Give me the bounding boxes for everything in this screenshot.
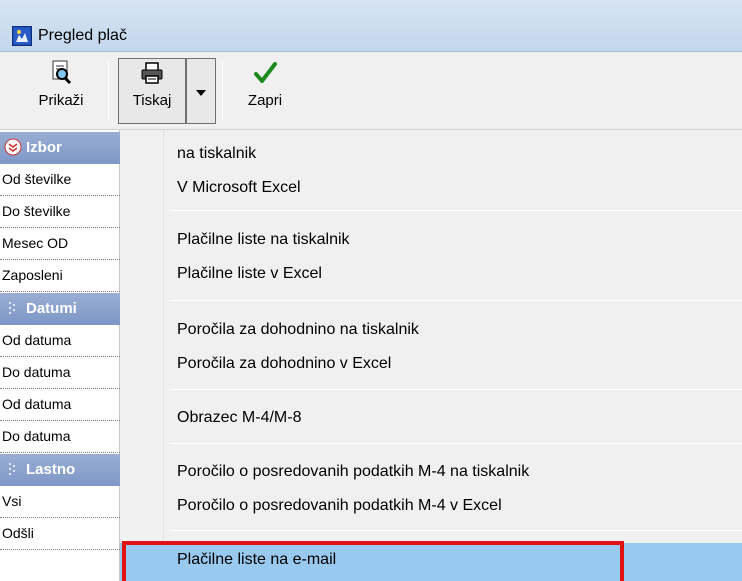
toolbar: Prikaži Tiskaj Zapri: [0, 52, 742, 130]
tiskaj-label: Tiskaj: [132, 92, 172, 109]
group-header-label: Lastno: [26, 461, 76, 478]
menu-separator: [170, 530, 742, 531]
menu-item-v-microsoft-excel[interactable]: V Microsoft Excel: [120, 171, 742, 205]
zapri-label: Zapri: [247, 92, 283, 109]
group-header-label: Izbor: [26, 139, 62, 156]
collapse-icon: [4, 136, 22, 156]
criteria-row-zaposleni[interactable]: Zaposleni: [0, 260, 120, 292]
group-header-datumi[interactable]: Datumi: [0, 293, 120, 325]
menu-item-m4-excel[interactable]: Poročilo o posredovanih podatkih M-4 v E…: [120, 489, 742, 523]
menu-item-dohodnina-tiskalnik[interactable]: Poročila za dohodnino na tiskalnik: [120, 313, 742, 347]
printer-icon: [140, 61, 164, 89]
criteria-row-od-datuma[interactable]: Od datuma: [0, 389, 120, 421]
menu-item-m4-tiskalnik[interactable]: Poročilo o posredovanih podatkih M-4 na …: [120, 455, 742, 489]
prikazi-button[interactable]: Prikaži: [18, 59, 104, 123]
group-header-label: Datumi: [26, 300, 77, 317]
criteria-row-odsli[interactable]: Odšli: [0, 518, 120, 550]
annotation-highlight-box: [122, 541, 624, 581]
criteria-row-do-datuma[interactable]: Do datuma: [0, 357, 120, 389]
window-title: Pregled plač: [38, 27, 127, 44]
print-dropdown-menu: na tiskalnik V Microsoft Excel Plačilne …: [120, 130, 742, 581]
menu-item-placilne-liste-tiskalnik[interactable]: Plačilne liste na tiskalnik: [120, 223, 742, 257]
criteria-panel: Izbor Od številke Do številke Mesec OD Z…: [0, 130, 120, 581]
menu-item-obrazec-m4-m8[interactable]: Obrazec M-4/M-8: [120, 401, 742, 435]
menu-item-na-tiskalnik[interactable]: na tiskalnik: [120, 137, 742, 171]
menu-item-dohodnina-excel[interactable]: Poročila za dohodnino v Excel: [120, 347, 742, 381]
toolbar-separator: [108, 62, 109, 120]
criteria-row-mesec-od[interactable]: Mesec OD: [0, 228, 120, 260]
group-header-izbor[interactable]: Izbor: [0, 132, 120, 164]
menu-separator: [170, 443, 742, 444]
zapri-button[interactable]: Zapri: [230, 59, 300, 123]
tiskaj-dropdown-button[interactable]: [186, 58, 216, 124]
criteria-row-do-stevilke[interactable]: Do številke: [0, 196, 120, 228]
grip-icon: [4, 458, 22, 476]
checkmark-icon: [253, 61, 277, 89]
menu-separator: [170, 300, 742, 301]
tiskaj-button[interactable]: Tiskaj: [118, 58, 186, 124]
criteria-row-od-stevilke[interactable]: Od številke: [0, 164, 120, 196]
grip-icon: [4, 297, 22, 315]
toolbar-separator: [222, 62, 223, 120]
menu-item-placilne-liste-excel[interactable]: Plačilne liste v Excel: [120, 257, 742, 291]
preview-icon: [50, 59, 72, 89]
criteria-row-od-datuma[interactable]: Od datuma: [0, 325, 120, 357]
menu-separator: [170, 210, 742, 211]
dropdown-arrow-icon: [196, 83, 206, 100]
criteria-row-do-datuma[interactable]: Do datuma: [0, 421, 120, 453]
group-header-lastno[interactable]: Lastno: [0, 454, 120, 486]
title-bar: Pregled plač: [0, 0, 742, 52]
app-icon: [12, 26, 32, 46]
criteria-row-vsi[interactable]: Vsi: [0, 486, 120, 518]
prikazi-label: Prikaži: [38, 92, 84, 109]
menu-separator: [170, 389, 742, 390]
